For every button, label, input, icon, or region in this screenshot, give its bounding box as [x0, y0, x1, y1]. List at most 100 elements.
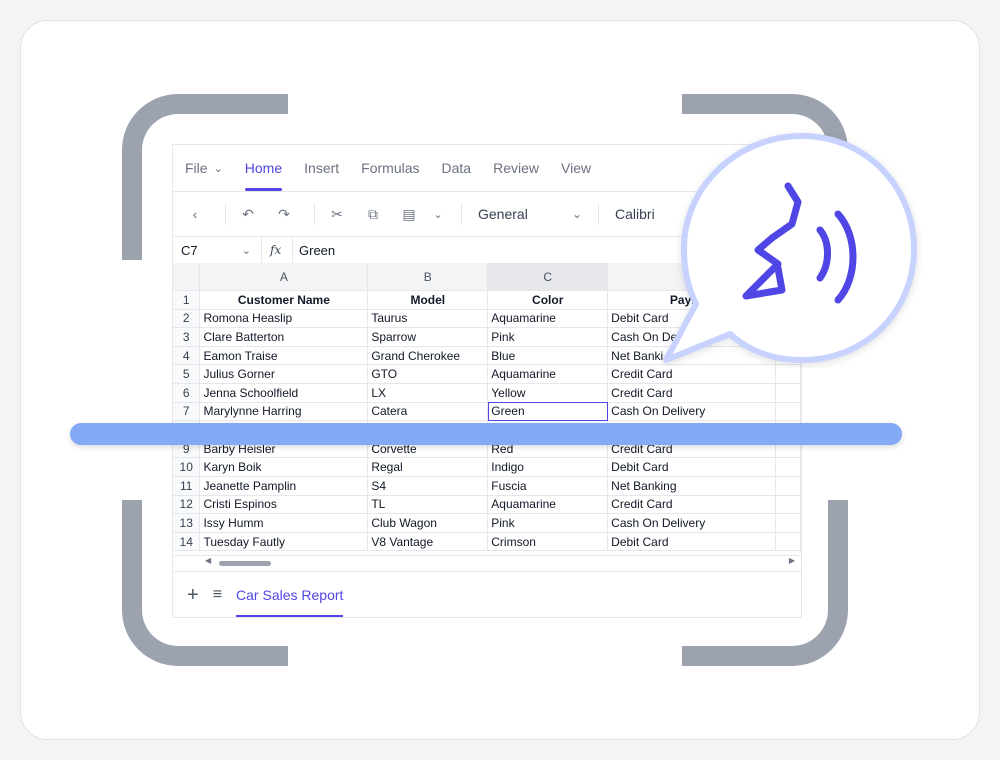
cell[interactable]: Regal — [367, 457, 489, 477]
cell[interactable]: Cristi Espinos — [199, 495, 369, 515]
cell[interactable]: Tuesday Fautly — [199, 532, 369, 552]
formula-value: Green — [299, 242, 336, 258]
row-header[interactable]: 14 — [173, 532, 201, 552]
tab-home-label: Home — [244, 160, 283, 176]
cell[interactable] — [775, 495, 801, 515]
cell[interactable]: Grand Cherokee — [367, 346, 489, 366]
cell[interactable]: Clare Batterton — [199, 327, 369, 347]
cell[interactable]: Cash On Delivery — [607, 402, 776, 422]
cell[interactable]: Credit Card — [607, 383, 776, 403]
scrollbar-thumb[interactable] — [219, 561, 271, 566]
formula-input[interactable]: Green — [292, 237, 335, 263]
table-row: 7 Marylynne Harring Catera Green Cash On Del… — [173, 402, 801, 422]
tab-data[interactable]: Data — [442, 145, 472, 191]
cell[interactable]: Pink — [487, 513, 609, 533]
select-all-corner[interactable] — [173, 263, 201, 291]
cell[interactable]: Indigo — [487, 457, 609, 477]
cell[interactable]: LX — [367, 383, 489, 403]
cell[interactable]: Club Wagon — [367, 513, 489, 533]
chevron-down-icon[interactable]: ⌄ — [431, 208, 445, 221]
cell[interactable]: Taurus — [367, 309, 489, 329]
scroll-right-icon[interactable]: ▶ — [789, 556, 795, 565]
number-format-select[interactable]: General ⌄ — [478, 206, 582, 222]
table-row: 11 Jeanette Pamplin S4 Fuscia Net Banking — [173, 476, 801, 496]
column-header-a[interactable]: A — [199, 263, 369, 291]
row-header[interactable]: 12 — [173, 495, 201, 515]
cell[interactable]: Aquamarine — [487, 495, 609, 515]
column-header-c[interactable]: C — [487, 263, 609, 291]
cell[interactable]: Customer Name — [199, 290, 369, 310]
scroll-left-icon[interactable]: ◀ — [205, 556, 211, 565]
tab-view[interactable]: View — [561, 145, 591, 191]
cell[interactable]: Issy Humm — [199, 513, 369, 533]
column-header-b[interactable]: B — [367, 263, 489, 291]
tab-home[interactable]: Home — [244, 145, 283, 191]
paste-icon[interactable]: ▤ — [395, 206, 423, 223]
cell[interactable]: Sparrow — [367, 327, 489, 347]
cell[interactable] — [775, 532, 801, 552]
cell[interactable]: Jeanette Pamplin — [199, 476, 369, 496]
cell[interactable] — [775, 383, 801, 403]
cell[interactable] — [775, 513, 801, 533]
toolbar-divider — [461, 203, 462, 225]
tab-data-label: Data — [441, 160, 472, 176]
cell-reference: C7 — [181, 242, 198, 258]
row-header[interactable]: 11 — [173, 476, 201, 496]
cell[interactable]: Yellow — [487, 383, 609, 403]
row-header[interactable]: 3 — [173, 327, 201, 347]
name-box[interactable]: C7 ⌄ — [173, 237, 262, 263]
cell[interactable]: S4 — [367, 476, 489, 496]
row-header[interactable]: 13 — [173, 513, 201, 533]
tab-review[interactable]: Review — [493, 145, 539, 191]
cell[interactable]: Net Banking — [607, 476, 776, 496]
row-header[interactable]: 1 — [173, 290, 201, 310]
row-header[interactable]: 4 — [173, 346, 201, 366]
sheet-tab-car-sales-report[interactable]: Car Sales Report — [236, 572, 344, 617]
row-header[interactable]: 6 — [173, 383, 201, 403]
back-icon[interactable]: ‹ — [181, 206, 209, 222]
cell[interactable]: Aquamarine — [487, 364, 609, 384]
cell[interactable]: Jenna Schoolfield — [199, 383, 369, 403]
cell[interactable]: Julius Gorner — [199, 364, 369, 384]
tab-formulas[interactable]: Formulas — [361, 145, 419, 191]
menu-file[interactable]: File ⌄ — [185, 145, 223, 191]
active-cell[interactable]: Green — [487, 402, 609, 422]
cell[interactable]: Romona Heaslip — [199, 309, 369, 329]
add-sheet-icon[interactable]: + — [187, 584, 199, 607]
copy-icon[interactable]: ⧉ — [359, 206, 387, 223]
cell[interactable]: Credit Card — [607, 495, 776, 515]
cell[interactable]: GTO — [367, 364, 489, 384]
row-header[interactable]: 5 — [173, 364, 201, 384]
cell[interactable]: V8 Vantage — [367, 532, 489, 552]
cell[interactable]: Eamon Traise — [199, 346, 369, 366]
cell[interactable] — [775, 402, 801, 422]
tab-insert[interactable]: Insert — [304, 145, 339, 191]
cell[interactable]: Color — [487, 290, 609, 310]
toolbar-divider — [598, 203, 599, 225]
sheet-list-icon[interactable]: ≡ — [213, 586, 222, 604]
redo-icon[interactable]: ↷ — [270, 206, 298, 223]
row-header[interactable]: 2 — [173, 309, 201, 329]
cell[interactable]: Karyn Boik — [199, 457, 369, 477]
cell[interactable]: Marylynne Harring — [199, 402, 369, 422]
cell[interactable]: Cash On Delivery — [607, 513, 776, 533]
cell[interactable]: Crimson — [487, 532, 609, 552]
horizontal-scrollbar[interactable]: ◀ ▶ — [173, 555, 801, 570]
undo-icon[interactable]: ↶ — [234, 206, 262, 223]
cell[interactable]: Model — [367, 290, 489, 310]
cell[interactable]: TL — [367, 495, 489, 515]
tab-review-label: Review — [493, 160, 539, 176]
cell[interactable] — [775, 476, 801, 496]
cell[interactable]: Debit Card — [607, 532, 776, 552]
row-header[interactable]: 10 — [173, 457, 201, 477]
cell[interactable]: Pink — [487, 327, 609, 347]
cell[interactable]: Catera — [367, 402, 489, 422]
cut-icon[interactable]: ✂ — [323, 206, 351, 223]
cell[interactable]: Debit Card — [607, 457, 776, 477]
row-header[interactable]: 7 — [173, 402, 201, 422]
cell[interactable]: Blue — [487, 346, 609, 366]
cell[interactable] — [775, 457, 801, 477]
cell[interactable]: Aquamarine — [487, 309, 609, 329]
cell[interactable]: Fuscia — [487, 476, 609, 496]
table-row: 13 Issy Humm Club Wagon Pink Cash On Deliver… — [173, 513, 801, 533]
